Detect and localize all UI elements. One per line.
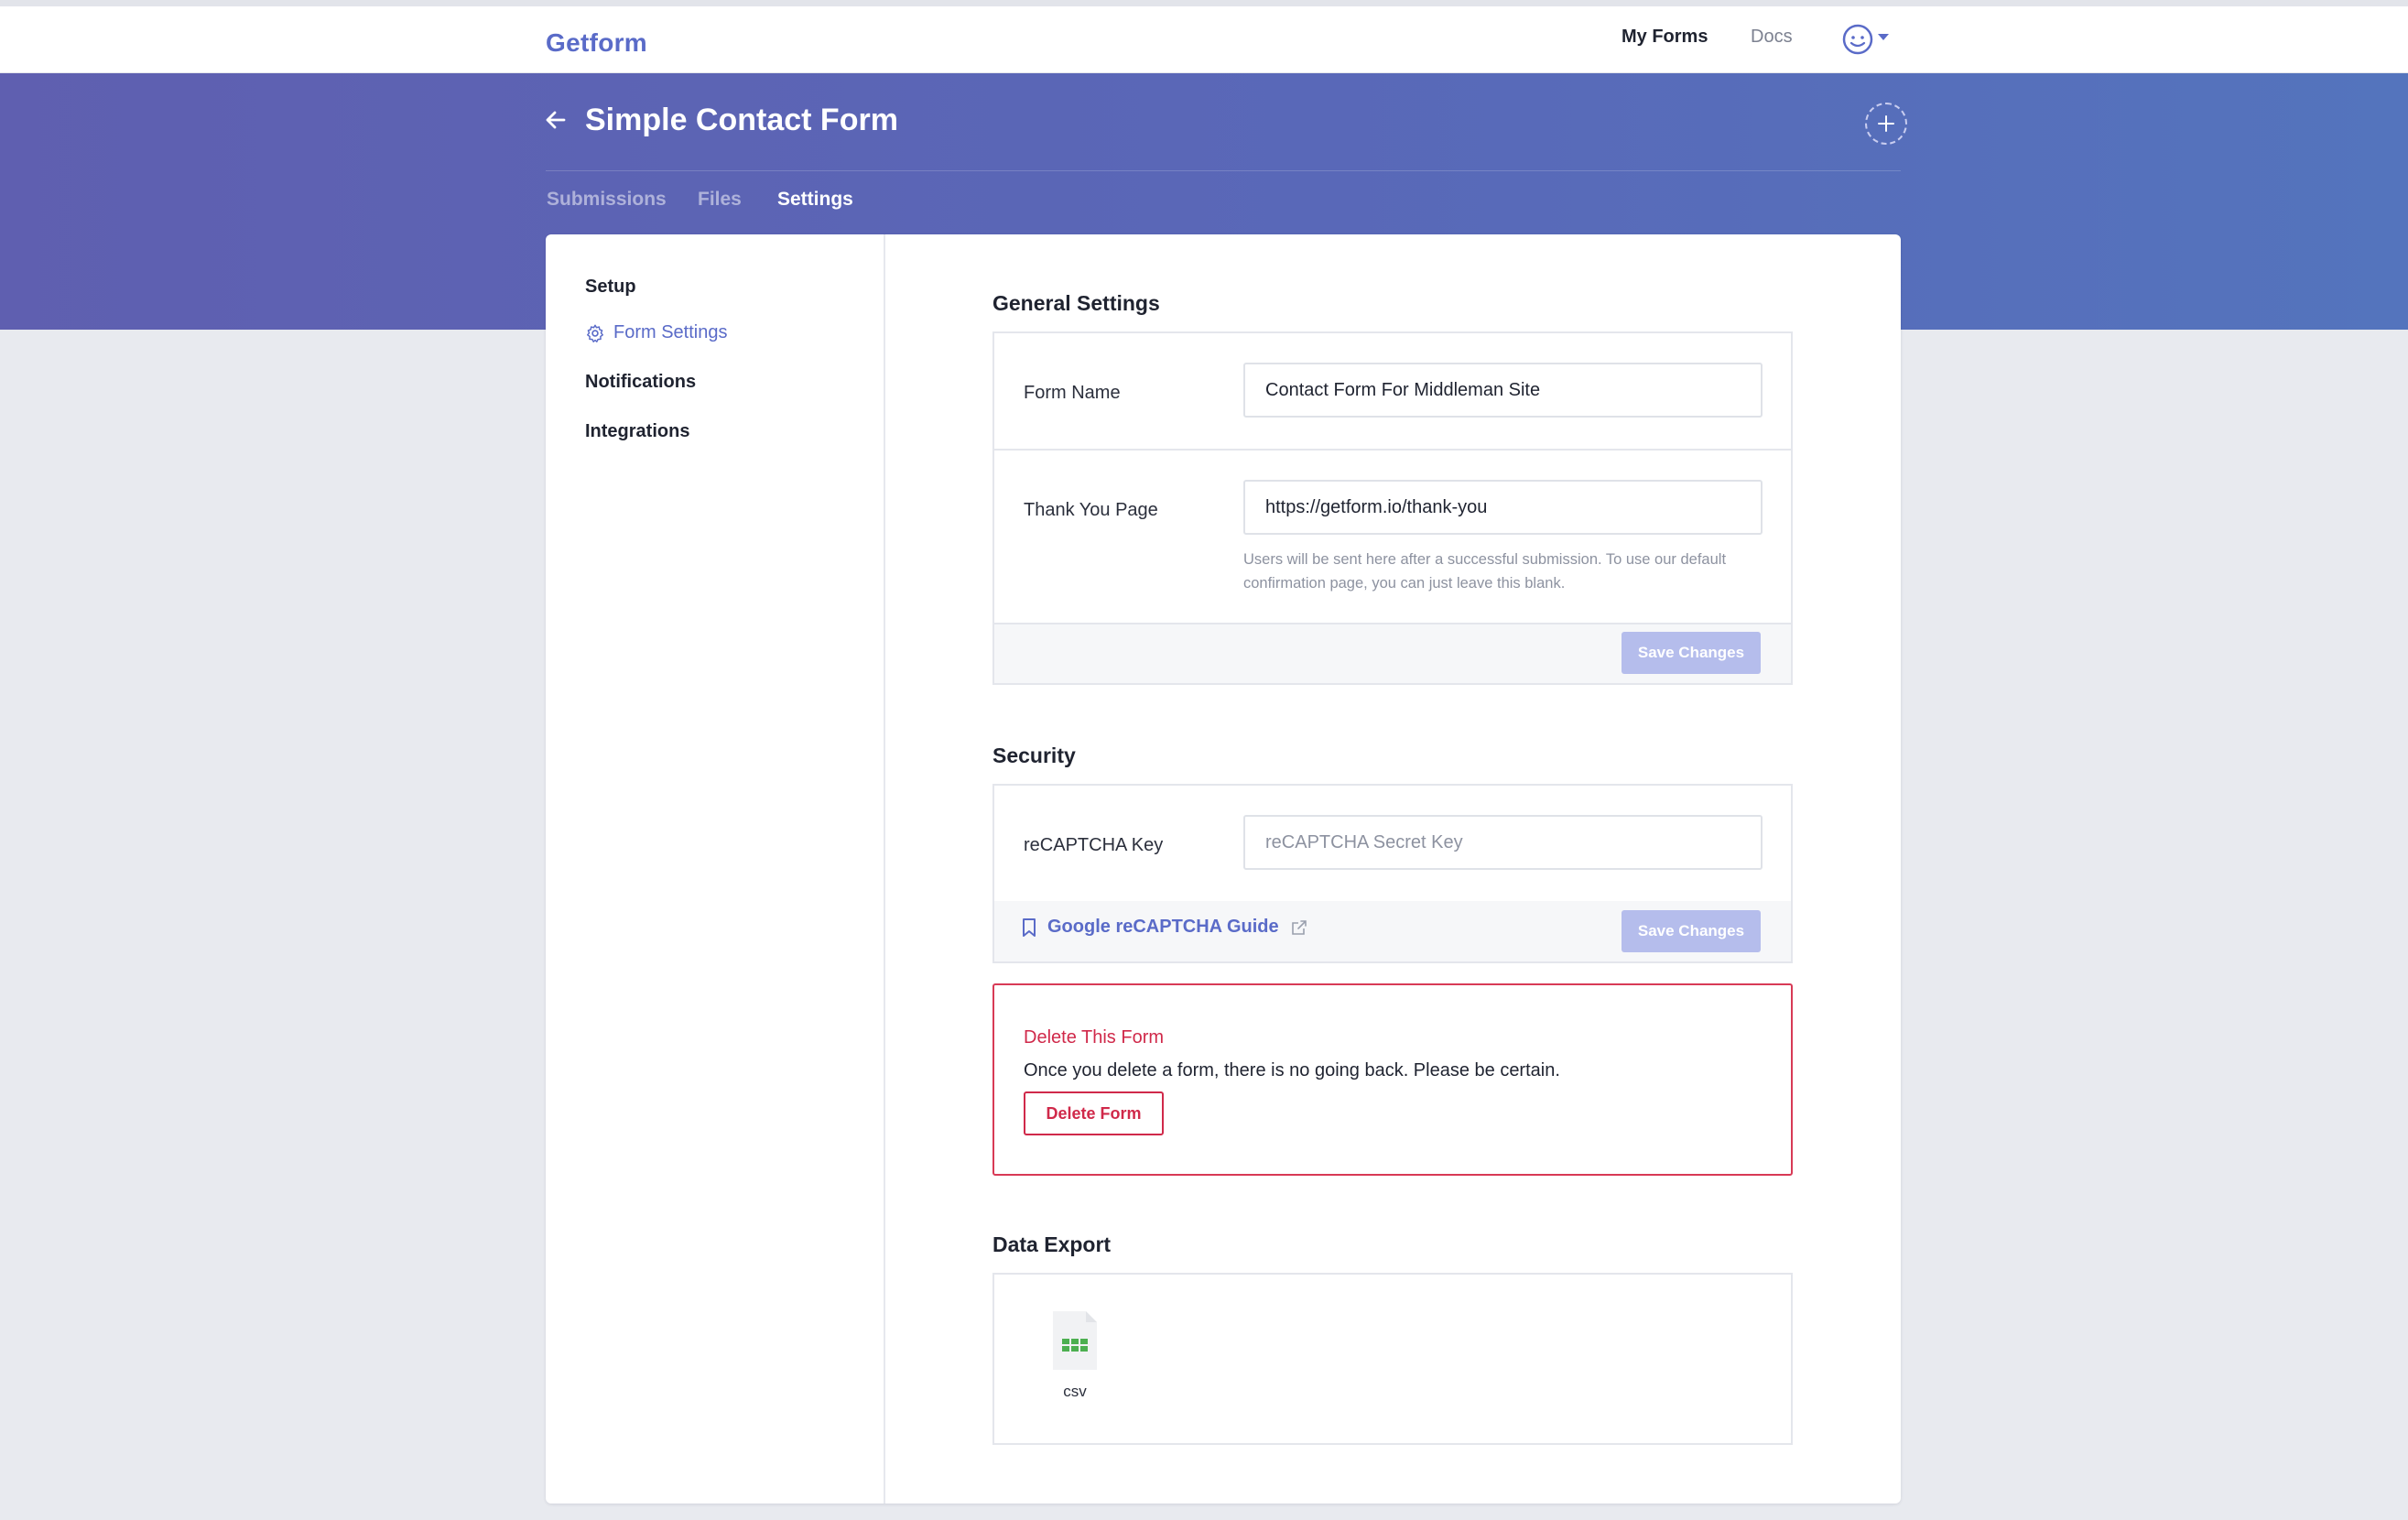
tab-settings[interactable]: Settings (777, 189, 853, 211)
data-export-panel: csv (992, 1273, 1793, 1445)
thank-you-help-text: Users will be sent here after a successf… (1243, 551, 1727, 592)
page-title: Simple Contact Form (585, 103, 898, 137)
bookmark-icon (1023, 917, 1036, 937)
sidebar-item-label: Setup (585, 277, 636, 297)
security-title: Security (992, 744, 1076, 767)
add-form-button[interactable] (1865, 103, 1907, 145)
thank-you-page-input[interactable] (1243, 480, 1763, 535)
data-export-title: Data Export (992, 1232, 1112, 1256)
sidebar-item-integrations[interactable]: Integrations (585, 421, 689, 442)
sidebar-item-label: Form Settings (613, 322, 728, 342)
csv-file-icon (1053, 1311, 1097, 1370)
sidebar-item-setup[interactable]: Setup (585, 277, 636, 298)
back-arrow-icon[interactable] (544, 108, 568, 132)
form-name-label: Form Name (1024, 383, 1121, 403)
gear-icon (587, 324, 603, 342)
save-general-button[interactable]: Save Changes (1622, 632, 1761, 674)
tab-submissions[interactable]: Submissions (547, 189, 667, 211)
csv-label: csv (1063, 1383, 1087, 1400)
sidebar-item-label: Integrations (585, 421, 690, 441)
delete-form-warning: Once you delete a form, there is no goin… (1024, 1060, 1560, 1080)
security-panel-footer: Google reCAPTCHA Guide Save Changes (994, 901, 1791, 961)
external-link-icon (1291, 919, 1307, 935)
nav-docs[interactable]: Docs (1751, 27, 1793, 48)
chevron-down-icon (1878, 34, 1889, 40)
recaptcha-key-input[interactable] (1243, 815, 1763, 870)
user-menu[interactable] (1841, 23, 1902, 56)
header-divider (546, 170, 1901, 171)
delete-form-title: Delete This Form (1024, 1027, 1165, 1048)
general-panel-footer: Save Changes (994, 623, 1791, 683)
general-settings-title: General Settings (992, 291, 1160, 315)
recaptcha-guide-label: Google reCAPTCHA Guide (1047, 917, 1279, 937)
nav-my-forms[interactable]: My Forms (1622, 27, 1708, 48)
sidebar-item-notifications[interactable]: Notifications (585, 372, 696, 393)
smiley-avatar-icon (1842, 24, 1889, 55)
delete-form-panel: Delete This Form Once you delete a form,… (992, 983, 1793, 1176)
general-settings-panel: Form Name Thank You Page Users will be s… (992, 331, 1793, 685)
getform-logo[interactable]: Getform (546, 28, 647, 58)
top-navbar: Getform My Forms Docs (0, 6, 2408, 73)
delete-form-button[interactable]: Delete Form (1024, 1091, 1164, 1135)
sidebar-item-label: Notifications (585, 372, 697, 392)
csv-export-button[interactable]: csv (1049, 1309, 1101, 1410)
window-top-edge (0, 0, 2408, 6)
plus-icon (1878, 115, 1894, 132)
save-security-button[interactable]: Save Changes (1622, 910, 1761, 952)
form-name-input[interactable] (1243, 363, 1763, 418)
panel-divider (994, 449, 1791, 451)
settings-card: Setup Form Settings Notifications Integr… (546, 234, 1901, 1504)
settings-sidebar: Setup Form Settings Notifications Integr… (546, 234, 885, 1504)
recaptcha-key-label: reCAPTCHA Key (1024, 835, 1164, 855)
thank-you-page-label: Thank You Page (1024, 500, 1158, 520)
tab-files[interactable]: Files (698, 189, 742, 211)
sidebar-item-form-settings[interactable]: Form Settings (585, 322, 727, 343)
recaptcha-guide-link[interactable]: Google reCAPTCHA Guide (1022, 917, 1308, 938)
security-panel: reCAPTCHA Key Google reCAPTCHA Guide Sav… (992, 784, 1793, 963)
